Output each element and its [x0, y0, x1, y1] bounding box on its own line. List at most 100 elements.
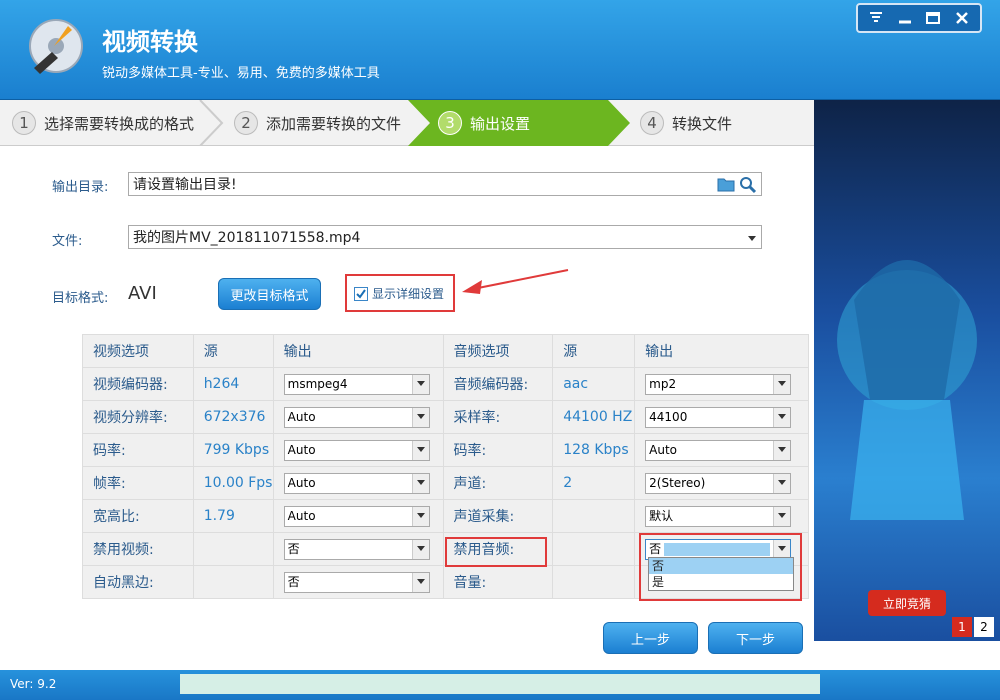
select-value: msmpeg4	[287, 376, 348, 391]
auto-letterbox-select[interactable]: 否	[283, 571, 430, 593]
file-select[interactable]: 我的图片MV_201811071558.mp4	[128, 225, 762, 249]
annotation-arrow	[462, 269, 569, 294]
checkbox-checked-icon[interactable]	[354, 286, 368, 301]
select-value: 默认	[649, 508, 674, 523]
video-output-select[interactable]: msmpeg4	[283, 373, 430, 395]
select-value: Auto	[287, 508, 316, 523]
video-option-label: 视频分辨率:	[82, 400, 194, 434]
video-source-value: 672x376	[192, 400, 274, 434]
change-format-button[interactable]: 更改目标格式	[218, 278, 321, 310]
prev-button[interactable]: 上一步	[603, 622, 698, 654]
table-row: 帧率: 10.00 Fps Auto 声道: 2 2(Stereo)	[82, 466, 809, 500]
video-option-label: 码率:	[82, 433, 194, 467]
show-detail-label: 显示详细设置	[372, 287, 445, 301]
progress-bar	[180, 674, 820, 694]
select-value: 44100	[649, 409, 688, 424]
table-row: 视频编码器: h264 msmpeg4 音频编码器: aac mp2	[82, 367, 809, 401]
video-output-select[interactable]: Auto	[283, 505, 430, 527]
step-4[interactable]: 4 转换文件	[640, 100, 732, 146]
select-value: Auto	[287, 442, 316, 457]
chevron-down-icon	[773, 440, 791, 460]
chevron-down-icon	[773, 473, 791, 493]
target-format-label: 目标格式:	[52, 291, 109, 306]
video-source-value: 10.00 Fps	[192, 466, 274, 500]
app-header: 视频转换 锐动多媒体工具-专业、易用、免费的多媒体工具	[0, 0, 1000, 100]
app-title: 视频转换	[102, 28, 198, 56]
chevron-down-icon	[411, 572, 429, 592]
audio-output-select[interactable]: 默认	[645, 505, 792, 527]
chevron-down-icon	[411, 407, 429, 427]
search-icon[interactable]	[739, 176, 757, 198]
select-value: 2(Stereo)	[649, 475, 706, 490]
menu-icon[interactable]	[864, 7, 888, 29]
ad-page-2[interactable]: 2	[974, 617, 994, 637]
app-subtitle: 锐动多媒体工具-专业、易用、免费的多媒体工具	[102, 66, 380, 81]
ad-page-1[interactable]: 1	[952, 617, 972, 637]
step-3[interactable]: 3 输出设置	[438, 100, 530, 146]
audio-output-select[interactable]: 2(Stereo)	[645, 472, 792, 494]
folder-icon[interactable]	[717, 176, 735, 196]
audio-output-select[interactable]: 44100	[645, 406, 792, 428]
video-option-label: 禁用视频:	[82, 532, 194, 566]
step-label: 输出设置	[470, 114, 531, 133]
chevron-down-icon	[773, 407, 791, 427]
ad-banner[interactable]: 立即竞猜 1 2	[814, 100, 1000, 641]
next-button[interactable]: 下一步	[708, 622, 803, 654]
video-source-value: 1.79	[192, 499, 274, 533]
step-label: 添加需要转换的文件	[266, 114, 402, 133]
video-output-select[interactable]: Auto	[283, 472, 430, 494]
video-source-value	[192, 532, 274, 566]
output-dir-value: 请设置输出目录!	[133, 177, 237, 193]
select-value: Auto	[287, 409, 316, 424]
highlight-box	[445, 537, 547, 567]
step-2[interactable]: 2 添加需要转换的文件	[234, 100, 401, 146]
disable-video-select[interactable]: 否	[283, 538, 430, 560]
audio-output-select[interactable]: mp2	[645, 373, 792, 395]
show-detail-checkbox[interactable]: 显示详细设置	[354, 285, 444, 302]
chevron-down-icon	[773, 506, 791, 526]
highlight-box	[639, 533, 802, 601]
video-option-label: 自动黑边:	[82, 565, 194, 599]
step-number: 4	[640, 111, 664, 135]
table-row: 码率: 799 Kbps Auto 码率: 128 Kbps Auto	[82, 433, 809, 467]
video-output-select[interactable]: Auto	[283, 439, 430, 461]
wizard-steps: 1 选择需要转换成的格式 2 添加需要转换的文件 3 输出设置 4 转换文件	[0, 100, 814, 146]
file-label: 文件:	[52, 234, 83, 249]
ad-artwork	[837, 260, 977, 520]
chevron-down-icon	[411, 473, 429, 493]
select-value: Auto	[649, 442, 678, 457]
chevron-down-icon	[411, 440, 429, 460]
audio-option-label: 声道采集:	[442, 499, 554, 533]
video-source-value: h264	[192, 367, 274, 401]
step-1[interactable]: 1 选择需要转换成的格式	[12, 100, 194, 146]
audio-option-label: 音频编码器:	[442, 367, 554, 401]
audio-source-value: 44100 HZ	[552, 400, 636, 434]
app-logo-icon	[29, 19, 83, 74]
select-value: Auto	[287, 475, 316, 490]
maximize-icon[interactable]	[921, 7, 945, 29]
audio-source-value	[552, 532, 636, 566]
audio-option-label: 采样率:	[442, 400, 554, 434]
select-value: 否	[287, 574, 300, 589]
step-number: 3	[438, 111, 462, 135]
table-header: 源	[192, 334, 274, 368]
chevron-down-icon	[411, 374, 429, 394]
step-number: 1	[12, 111, 36, 135]
chevron-down-icon	[747, 231, 757, 247]
audio-output-select[interactable]: Auto	[645, 439, 792, 461]
status-bar: Ver: 9.2	[0, 670, 1000, 700]
close-icon[interactable]	[950, 7, 974, 29]
ad-cta-button[interactable]: 立即竞猜	[868, 590, 946, 616]
table-row: 宽高比: 1.79 Auto 声道采集: 默认	[82, 499, 809, 533]
minimize-icon[interactable]	[893, 7, 917, 29]
step-label: 选择需要转换成的格式	[44, 114, 195, 133]
output-dir-field[interactable]: 请设置输出目录!	[128, 172, 762, 196]
table-header-row: 视频选项 源 输出 音频选项 源 输出	[82, 334, 809, 368]
step-number: 2	[234, 111, 258, 135]
audio-option-label: 声道:	[442, 466, 554, 500]
step-label: 转换文件	[672, 114, 733, 133]
video-output-select[interactable]: Auto	[283, 406, 430, 428]
table-row: 视频分辨率: 672x376 Auto 采样率: 44100 HZ 44100	[82, 400, 809, 434]
window-controls	[856, 3, 982, 33]
audio-option-label: 音量:	[442, 565, 554, 599]
